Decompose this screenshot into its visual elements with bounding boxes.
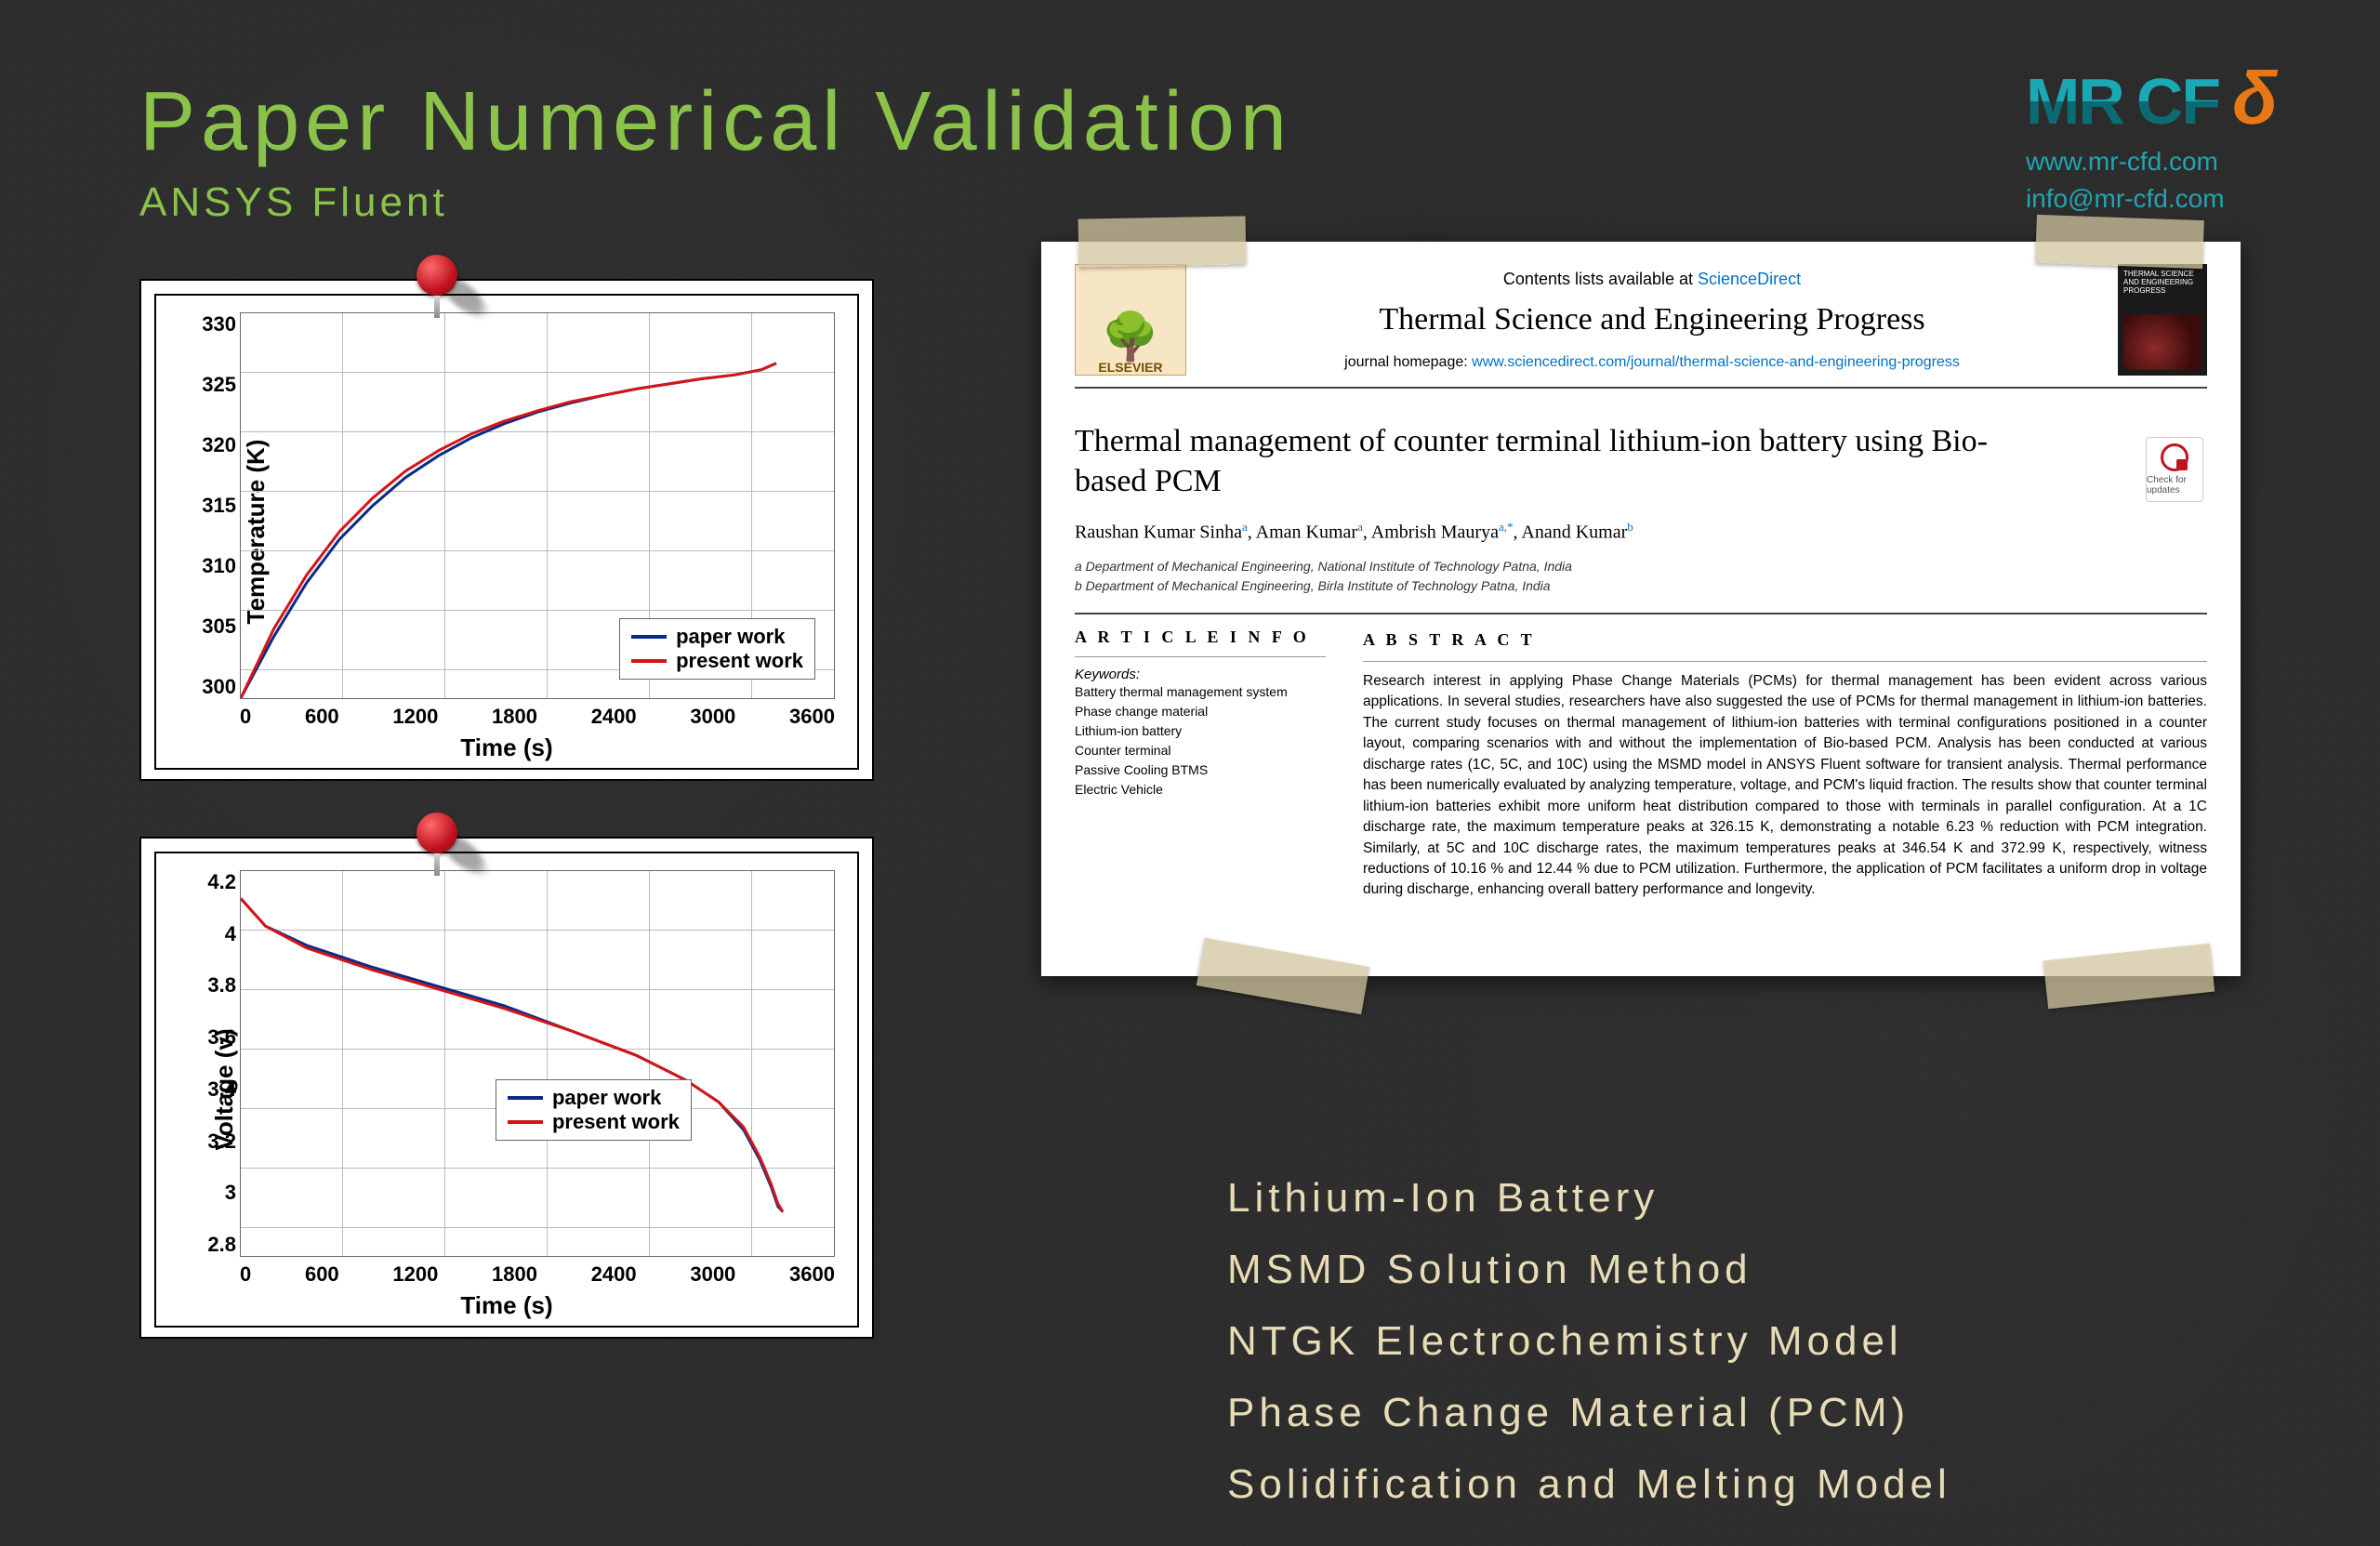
keyword: Passive Cooling BTMS [1075, 760, 1326, 780]
keyword: Lithium-ion battery [1075, 721, 1326, 741]
brand-block: MR CF δ www.mr-cfd.com info@mr-cfd.com [2026, 56, 2278, 217]
abstract-text: Research interest in applying Phase Chan… [1363, 671, 2207, 901]
brand-logo: MR CF δ [2026, 56, 2278, 141]
legend-swatch-red [508, 1120, 543, 1124]
check-updates-label: Check for updates [2147, 475, 2202, 496]
keyword: Phase change material [1075, 702, 1326, 721]
topic-item: Phase Change Material (PCM) [1227, 1377, 1951, 1448]
journal-title: Thermal Science and Engineering Progress [1207, 302, 2097, 337]
sciencedirect-link[interactable]: ScienceDirect [1698, 270, 1801, 288]
keywords-list: Battery thermal management system Phase … [1075, 682, 1326, 799]
legend-swatch-red [631, 659, 667, 663]
tape-icon [2035, 215, 2204, 269]
plot-inner: paper work present work [240, 870, 835, 1257]
brand-website: www.mr-cfd.com [2026, 145, 2278, 178]
abstract: A B S T R A C T Research interest in app… [1363, 628, 2207, 901]
topic-item: MSMD Solution Method [1227, 1234, 1951, 1305]
tape-icon [1197, 938, 1369, 1014]
chart-temperature: Temperature (K) Time (s) 330 325 320 315… [139, 279, 874, 781]
legend-label: present work [552, 1110, 680, 1134]
x-axis-ticks: 0 600 1200 1800 2400 3000 3600 [240, 1262, 835, 1287]
plot-area: Voltage (v) Time (s) 4.2 4 3.8 3.6 3.4 3… [154, 852, 859, 1328]
legend-label: paper work [676, 625, 785, 649]
info-abstract-columns: A R T I C L E I N F O Keywords: Battery … [1075, 628, 2207, 901]
legend-swatch-blue [631, 635, 667, 639]
divider [1075, 613, 2207, 614]
brand-email: info@mr-cfd.com [2026, 182, 2278, 216]
x-axis-ticks: 0 600 1200 1800 2400 3000 3600 [240, 705, 835, 729]
homepage-link[interactable]: www.sciencedirect.com/journal/thermal-sc… [1472, 354, 1960, 370]
plot-area: Temperature (K) Time (s) 330 325 320 315… [154, 294, 859, 770]
logo-text-mr: MR [2026, 64, 2123, 139]
title-block: Paper Numerical Validation ANSYS Fluent [139, 74, 1292, 226]
check-updates-badge[interactable]: Check for updates [2146, 437, 2203, 502]
plot-inner: paper work present work [240, 312, 835, 699]
abstract-heading: A B S T R A C T [1363, 628, 2207, 652]
keyword: Battery thermal management system [1075, 682, 1326, 702]
tree-icon: 🌳 [1102, 313, 1159, 360]
contents-line: Contents lists available at ScienceDirec… [1207, 270, 2097, 289]
legend-label: present work [676, 649, 803, 673]
article-info: A R T I C L E I N F O Keywords: Battery … [1075, 628, 1326, 901]
x-axis-label: Time (s) [156, 1291, 857, 1320]
pushpin-icon [411, 813, 463, 878]
crossmark-icon [2161, 443, 2188, 471]
cover-art-icon [2123, 314, 2202, 370]
paper-clipping: 🌳 ELSEVIER Contents lists available at S… [1041, 242, 2241, 976]
keywords-label: Keywords: [1075, 667, 1326, 682]
x-axis-label: Time (s) [156, 733, 857, 762]
legend-label: paper work [552, 1086, 661, 1110]
page-title: Paper Numerical Validation [139, 74, 1292, 170]
journal-homepage: journal homepage: www.sciencedirect.com/… [1207, 354, 2097, 371]
y-axis-ticks: 330 325 320 315 310 305 300 [193, 312, 236, 699]
legend-swatch-blue [508, 1096, 543, 1100]
chart-voltage: Voltage (v) Time (s) 4.2 4 3.8 3.6 3.4 3… [139, 837, 874, 1339]
publisher-name: ELSEVIER [1098, 360, 1162, 375]
journal-cover-icon: THERMAL SCIENCE AND ENGINEERING PROGRESS [2118, 264, 2207, 376]
topic-item: Lithium-Ion Battery [1227, 1162, 1951, 1234]
chart-legend: paper work present work [619, 618, 815, 680]
y-axis-ticks: 4.2 4 3.8 3.6 3.4 3.2 3 2.8 [193, 870, 236, 1257]
pushpin-icon [411, 255, 463, 320]
keyword: Counter terminal [1075, 741, 1326, 760]
keyword: Electric Vehicle [1075, 780, 1326, 799]
paper-affiliation: b Department of Mechanical Engineering, … [1075, 576, 2207, 596]
paper-authors: Raushan Kumar Sinhaa, Aman Kumara, Ambri… [1075, 520, 2207, 544]
chart-lines [241, 871, 834, 1256]
tape-icon [1078, 216, 1247, 267]
cover-text: THERMAL SCIENCE AND ENGINEERING PROGRESS [2123, 270, 2202, 295]
paper-affiliation: a Department of Mechanical Engineering, … [1075, 557, 2207, 576]
topic-item: Solidification and Melting Model [1227, 1448, 1951, 1520]
paper-title: Thermal management of counter terminal l… [1075, 422, 2023, 501]
logo-delta-icon: δ [2232, 56, 2278, 141]
article-info-heading: A R T I C L E I N F O [1075, 628, 1326, 647]
paper-header: 🌳 ELSEVIER Contents lists available at S… [1075, 264, 2207, 389]
topic-item: NTGK Electrochemistry Model [1227, 1305, 1951, 1377]
tape-icon [2043, 944, 2215, 1010]
topics-list: Lithium-Ion Battery MSMD Solution Method… [1227, 1162, 1951, 1520]
elsevier-logo: 🌳 ELSEVIER [1075, 264, 1186, 376]
logo-text-cf: CF [2136, 64, 2219, 139]
chart-legend: paper work present work [496, 1079, 692, 1141]
